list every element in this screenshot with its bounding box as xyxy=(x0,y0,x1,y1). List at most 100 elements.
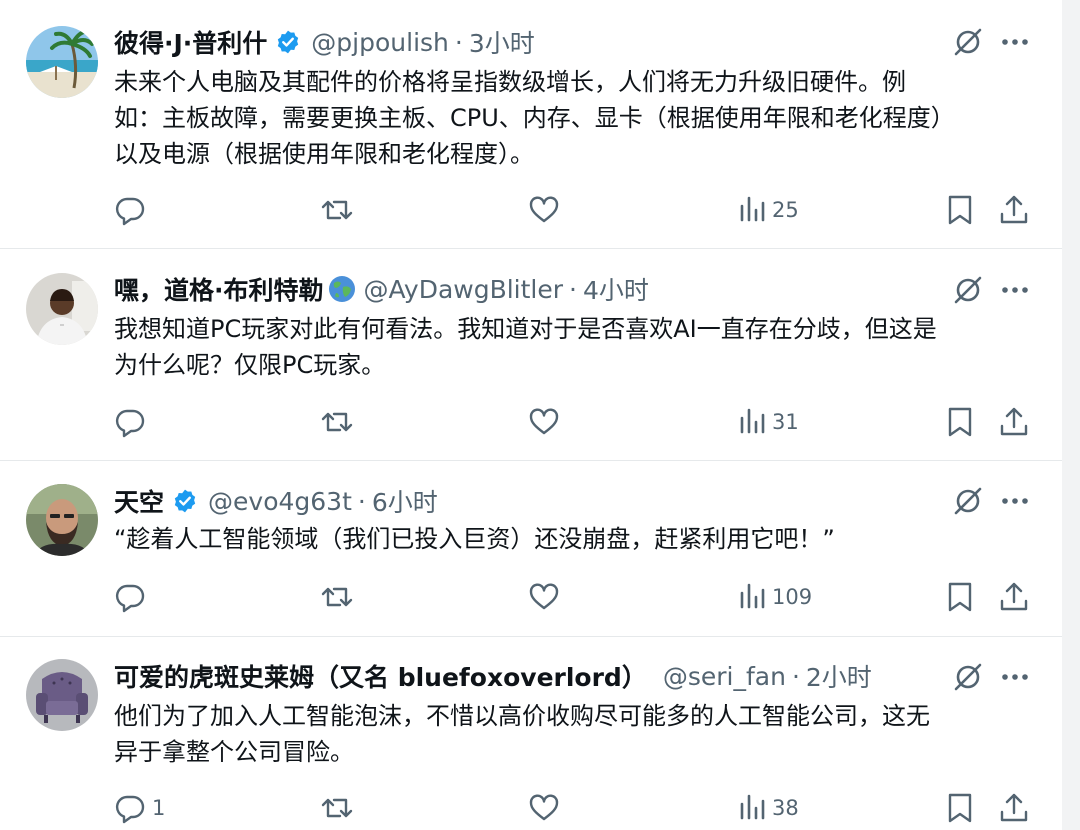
tweet-text: “趁着人工智能领域（我们已投入巨资）还没崩盘，赶紧利用它吧！” xyxy=(114,521,1034,557)
like-button[interactable] xyxy=(528,577,560,617)
timestamp[interactable]: 4小时 xyxy=(583,271,649,307)
repost-button[interactable] xyxy=(320,577,354,617)
heart-icon xyxy=(529,583,559,610)
bookmark-icon xyxy=(948,582,972,612)
share-button[interactable] xyxy=(998,577,1030,617)
views-chart-icon xyxy=(740,794,765,820)
user-handle[interactable]: @pjpoulish xyxy=(311,28,449,57)
tweet-header: 彼得·J·普利什 @pjpoulish · 3小时 xyxy=(114,25,535,59)
user-handle[interactable]: @seri_fan xyxy=(663,662,786,691)
like-button[interactable] xyxy=(528,788,560,828)
repost-button[interactable] xyxy=(320,402,354,442)
views-button[interactable]: 31 xyxy=(738,402,799,442)
reply-button[interactable]: 1 xyxy=(114,788,165,828)
grok-icon[interactable] xyxy=(952,26,984,58)
repost-icon xyxy=(321,412,353,432)
view-count: 109 xyxy=(772,585,813,609)
views-button[interactable]: 109 xyxy=(738,577,812,617)
like-button[interactable] xyxy=(528,402,560,442)
timestamp[interactable]: 6小时 xyxy=(372,483,438,519)
views-button[interactable]: 25 xyxy=(738,190,799,230)
tweet-text-line: 异于拿整个公司冒险。 xyxy=(114,738,354,766)
verified-icon xyxy=(172,488,198,514)
tweet-text-line: 如：主板故障，需要更换主板、CPU、内存、显卡（根据使用年限和老化程度） xyxy=(114,104,955,132)
globe-icon xyxy=(328,275,356,303)
bookmark-button[interactable] xyxy=(946,788,974,828)
like-button[interactable] xyxy=(528,190,560,230)
tweet-text: 他们为了加入人工智能泡沫，不惜以高价收购尽可能多的人工智能公司，这无 异于拿整个… xyxy=(114,698,1034,770)
tweet-header: 可爱的虎斑史莱姆（又名 bluefoxoverlord） @seri_fan ·… xyxy=(114,659,872,693)
reply-count: 1 xyxy=(152,796,166,820)
display-name[interactable]: 嘿，道格·布利特勒 xyxy=(114,271,324,307)
display-name[interactable]: 天空 xyxy=(114,483,164,519)
display-name[interactable]: 彼得·J·普利什 xyxy=(114,24,267,60)
tweet[interactable]: 可爱的虎斑史莱姆（又名 bluefoxoverlord） @seri_fan ·… xyxy=(0,637,1062,830)
view-count: 31 xyxy=(772,410,799,434)
repost-button[interactable] xyxy=(320,190,354,230)
reply-icon xyxy=(115,584,145,613)
verified-icon xyxy=(275,29,301,55)
action-bar: 109 xyxy=(0,577,1062,617)
avatar[interactable] xyxy=(26,26,98,98)
tweet-text-line: 以及电源（根据使用年限和老化程度）。 xyxy=(114,140,534,168)
person-avatar xyxy=(26,273,98,345)
reply-icon xyxy=(115,795,145,824)
reply-button[interactable] xyxy=(114,190,152,230)
repost-icon xyxy=(321,798,353,818)
user-handle[interactable]: @AyDawgBlitler xyxy=(364,275,564,304)
reply-feed[interactable]: 彼得·J·普利什 @pjpoulish · 3小时 未来个人电脑及其配件的价格将… xyxy=(0,0,1062,830)
repost-icon xyxy=(321,200,353,220)
view-count: 25 xyxy=(772,198,799,222)
tweet[interactable]: 天空 @evo4g63t · 6小时 “趁着人工智能领域（我们已投入巨资）还没崩… xyxy=(0,461,1062,637)
more-options-icon[interactable] xyxy=(1000,26,1030,58)
bookmark-button[interactable] xyxy=(946,402,974,442)
timestamp[interactable]: 3小时 xyxy=(469,24,535,60)
grok-icon[interactable] xyxy=(952,661,984,693)
action-bar: 1 38 xyxy=(0,788,1062,828)
separator-dot: · xyxy=(357,486,366,516)
user-handle[interactable]: @evo4g63t xyxy=(208,487,352,516)
reply-button[interactable] xyxy=(114,577,152,617)
reply-button[interactable] xyxy=(114,402,152,442)
views-chart-icon xyxy=(740,408,765,434)
share-button[interactable] xyxy=(998,190,1030,230)
separator-dot: · xyxy=(791,661,800,691)
bookmark-icon xyxy=(948,793,972,823)
grok-icon[interactable] xyxy=(952,274,984,306)
avatar[interactable] xyxy=(26,659,98,731)
tweet-text-line: 我想知道PC玩家对此有何看法。我知道对于是否喜欢AI一直存在分歧，但这是 xyxy=(114,315,937,343)
action-bar: 25 xyxy=(0,190,1062,230)
tweet[interactable]: 彼得·J·普利什 @pjpoulish · 3小时 未来个人电脑及其配件的价格将… xyxy=(0,0,1062,249)
share-icon xyxy=(1000,582,1028,611)
repost-button[interactable] xyxy=(320,788,354,828)
tweet-text-line: 为什么呢？仅限PC玩家。 xyxy=(114,351,386,379)
tweet-text-line: “趁着人工智能领域（我们已投入巨资）还没崩盘，赶紧利用它吧！” xyxy=(114,525,835,553)
avatar[interactable] xyxy=(26,273,98,345)
more-options-icon[interactable] xyxy=(1000,485,1030,517)
views-chart-icon xyxy=(740,196,765,222)
tweet-text-line: 未来个人电脑及其配件的价格将呈指数级增长，人们将无力升级旧硬件。例 xyxy=(114,68,906,96)
avatar[interactable] xyxy=(26,484,98,556)
bookmark-button[interactable] xyxy=(946,577,974,617)
bookmark-icon xyxy=(948,195,972,225)
beach-avatar xyxy=(26,26,98,98)
separator-dot: · xyxy=(569,274,577,304)
bearded-man-avatar xyxy=(26,484,98,556)
share-button[interactable] xyxy=(998,788,1030,828)
more-options-icon[interactable] xyxy=(1000,274,1030,306)
timestamp[interactable]: 2小时 xyxy=(806,658,872,694)
more-options-icon[interactable] xyxy=(1000,661,1030,693)
tweet[interactable]: 嘿，道格·布利特勒 @AyDawgBlitler · 4小时 我想知道PC玩家对… xyxy=(0,249,1062,461)
scrollbar[interactable] xyxy=(1062,0,1080,830)
repost-icon xyxy=(321,587,353,607)
grok-icon[interactable] xyxy=(952,485,984,517)
separator-dot: · xyxy=(454,27,463,57)
bookmark-button[interactable] xyxy=(946,190,974,230)
views-button[interactable]: 38 xyxy=(738,788,799,828)
reply-icon xyxy=(115,409,145,438)
tweet-header: 天空 @evo4g63t · 6小时 xyxy=(114,484,438,518)
reply-icon xyxy=(115,197,145,226)
display-name[interactable]: 可爱的虎斑史莱姆（又名 bluefoxoverlord） xyxy=(114,658,647,694)
view-count: 38 xyxy=(772,796,799,820)
share-button[interactable] xyxy=(998,402,1030,442)
